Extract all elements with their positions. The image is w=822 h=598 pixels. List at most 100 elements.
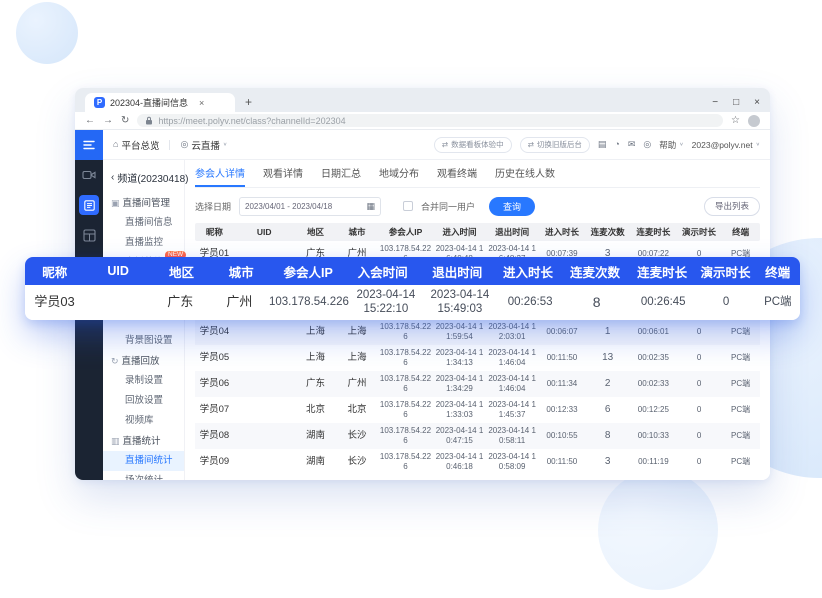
overlay-terminal: PC端	[756, 296, 800, 309]
data-board-pill[interactable]: ⇄ 数据看板体验中	[434, 137, 512, 153]
tab[interactable]: 日期汇总	[321, 160, 361, 187]
cell-mic-count: 13	[586, 352, 630, 365]
overlay-leave-time: 2023-04-14 15:49:03	[423, 289, 497, 315]
tab[interactable]: 参会人详情	[195, 160, 245, 187]
app-body: ‹ 频道(20230418) ▣直播间管理 直播间信息	[103, 160, 770, 480]
channel-header[interactable]: ‹ 频道(20230418)	[103, 166, 184, 193]
cell-leave-time: 2023-04-14 11:46:04	[486, 348, 539, 368]
cell-region: 广东	[295, 378, 337, 390]
detail-tabs: 参会人详情 观看详情 日期汇总 地域分布 观看终端 历史在线人数	[195, 160, 760, 188]
tab[interactable]: 观看终端	[437, 160, 477, 187]
table-header-cell: 进入时间	[433, 226, 486, 238]
browser-tab[interactable]: P 202304-直播间信息 ×	[85, 93, 235, 112]
tab[interactable]: 观看详情	[263, 160, 303, 187]
back-icon[interactable]: ←	[85, 116, 95, 126]
calendar-icon: ▦	[367, 202, 376, 211]
cell-nickname: 学员04	[195, 326, 234, 338]
cell-terminal: PC端	[721, 353, 760, 363]
account-menu[interactable]: 2023@polyv.net ∨	[692, 140, 760, 150]
cell-mic-duration: 00:06:01	[630, 327, 677, 337]
export-list-button[interactable]: 导出列表	[704, 197, 760, 216]
cell-city: 长沙	[336, 430, 378, 442]
cell-leave-time: 2023-04-14 11:45:37	[486, 400, 539, 420]
clock-icon[interactable]: ◔	[614, 140, 619, 149]
table-row: 学员08 湖南 长沙 103.178.54.226 2023-04-14 10:…	[195, 423, 760, 449]
maximize-button[interactable]: □	[733, 97, 739, 108]
overlay-header-cell: UID	[85, 264, 152, 278]
table-header-cell: UID	[234, 227, 295, 237]
cell-duration: 00:11:34	[538, 379, 585, 389]
cell-present-duration: 0	[677, 379, 721, 389]
sidebar-item[interactable]: 视频库	[103, 411, 184, 431]
sidebar-item[interactable]: 场次统计	[103, 471, 184, 480]
cell-present-duration: 0	[677, 327, 721, 337]
tab[interactable]: 历史在线人数	[495, 160, 555, 187]
tab-close-icon[interactable]: ×	[199, 98, 204, 108]
search-button[interactable]: 查询	[489, 197, 535, 216]
layout-dashboard-icon[interactable]	[75, 220, 103, 250]
close-button[interactable]: ×	[754, 97, 760, 108]
cell-mic-duration: 00:11:19	[630, 457, 677, 467]
apps-icon[interactable]: ◎	[643, 140, 651, 149]
merge-user-checkbox[interactable]	[403, 201, 413, 211]
sidebar-item[interactable]: 直播间统计	[103, 451, 184, 471]
sidebar-item[interactable]: 直播间信息	[103, 213, 184, 233]
cell-nickname: 学员09	[195, 456, 234, 468]
date-range-input[interactable]: 2023/04/01 - 2023/04/18 ▦	[239, 197, 381, 216]
reload-icon[interactable]: ↻	[121, 116, 129, 126]
forward-icon[interactable]: →	[103, 116, 113, 126]
sidebar-item[interactable]: ▣直播间管理	[103, 193, 184, 213]
sidebar-item[interactable]: ↻直播回放	[103, 351, 184, 371]
overlay-header-cell: 演示时长	[696, 262, 756, 281]
cell-terminal: PC端	[721, 379, 760, 389]
bookmark-star-icon[interactable]: ☆	[731, 115, 740, 126]
cell-leave-time: 2023-04-14 12:03:01	[486, 322, 539, 342]
chevron-down-icon: ∨	[223, 142, 227, 148]
switch-old-version-pill[interactable]: ⇄ 切换旧版后台	[520, 137, 590, 153]
sidebar-item[interactable]: 回放设置	[103, 391, 184, 411]
table-header-cell: 演示时长	[677, 226, 721, 238]
cell-ip: 103.178.54.226	[378, 426, 433, 446]
cell-region: 上海	[295, 326, 337, 338]
divider	[169, 140, 170, 150]
mail-icon[interactable]: ✉	[628, 140, 636, 149]
new-tab-button[interactable]: +	[245, 95, 252, 109]
table-header-cell: 参会人IP	[378, 226, 433, 238]
table-header-cell: 连麦时长	[630, 226, 677, 238]
sidebar-item[interactable]: 直播监控	[103, 233, 184, 253]
cell-terminal: PC端	[721, 457, 760, 467]
cell-present-duration: 0	[677, 457, 721, 467]
cell-ip: 103.178.54.226	[378, 374, 433, 394]
table-header-cell: 昵称	[195, 226, 234, 238]
cell-leave-time: 2023-04-14 11:46:04	[486, 374, 539, 394]
cell-duration: 00:11:50	[538, 353, 585, 363]
menu-icon[interactable]	[75, 130, 103, 160]
profile-avatar[interactable]	[748, 115, 760, 127]
overlay-city: 广州	[210, 295, 269, 310]
overlay-header-cell: 退出时间	[420, 262, 495, 281]
help-menu[interactable]: 帮助 ∨	[659, 139, 683, 151]
overlay-header-cell: 城市	[211, 262, 271, 281]
cell-nickname: 学员08	[195, 430, 234, 442]
cell-mic-duration: 00:12:25	[630, 405, 677, 415]
tab-title: 202304-直播间信息	[110, 96, 188, 109]
schedule-icon[interactable]: ▤	[598, 140, 607, 149]
url-field[interactable]: https://meet.polyv.net/class?channelId=2…	[137, 114, 723, 127]
table-header-row: 昵称UID地区城市参会人IP进入时间退出时间进入时长连麦次数连麦时长演示时长终端	[195, 223, 760, 241]
overlay-header-cell: 入会时间	[345, 262, 420, 281]
minimize-button[interactable]: −	[712, 97, 718, 108]
platform-overview-link[interactable]: ⌂ 平台总览	[113, 138, 159, 152]
channel-list-icon[interactable]	[75, 190, 103, 220]
sidebar-item[interactable]: 背景图设置	[103, 331, 184, 351]
overlay-header-cell: 参会人IP	[271, 262, 346, 281]
section-icon: ▥	[111, 436, 120, 446]
sidebar-item[interactable]: 录制设置	[103, 371, 184, 391]
cloud-live-menu[interactable]: ◎ 云直播 ∨	[180, 138, 227, 152]
cell-nickname: 学员07	[195, 404, 234, 416]
cell-present-duration: 0	[677, 431, 721, 441]
live-camera-icon[interactable]	[75, 160, 103, 190]
cell-mic-count: 8	[586, 430, 630, 443]
tab[interactable]: 地域分布	[379, 160, 419, 187]
overlay-join-time: 2023-04-14 15:22:10	[349, 289, 423, 315]
sidebar-item[interactable]: ▥直播统计	[103, 431, 184, 451]
